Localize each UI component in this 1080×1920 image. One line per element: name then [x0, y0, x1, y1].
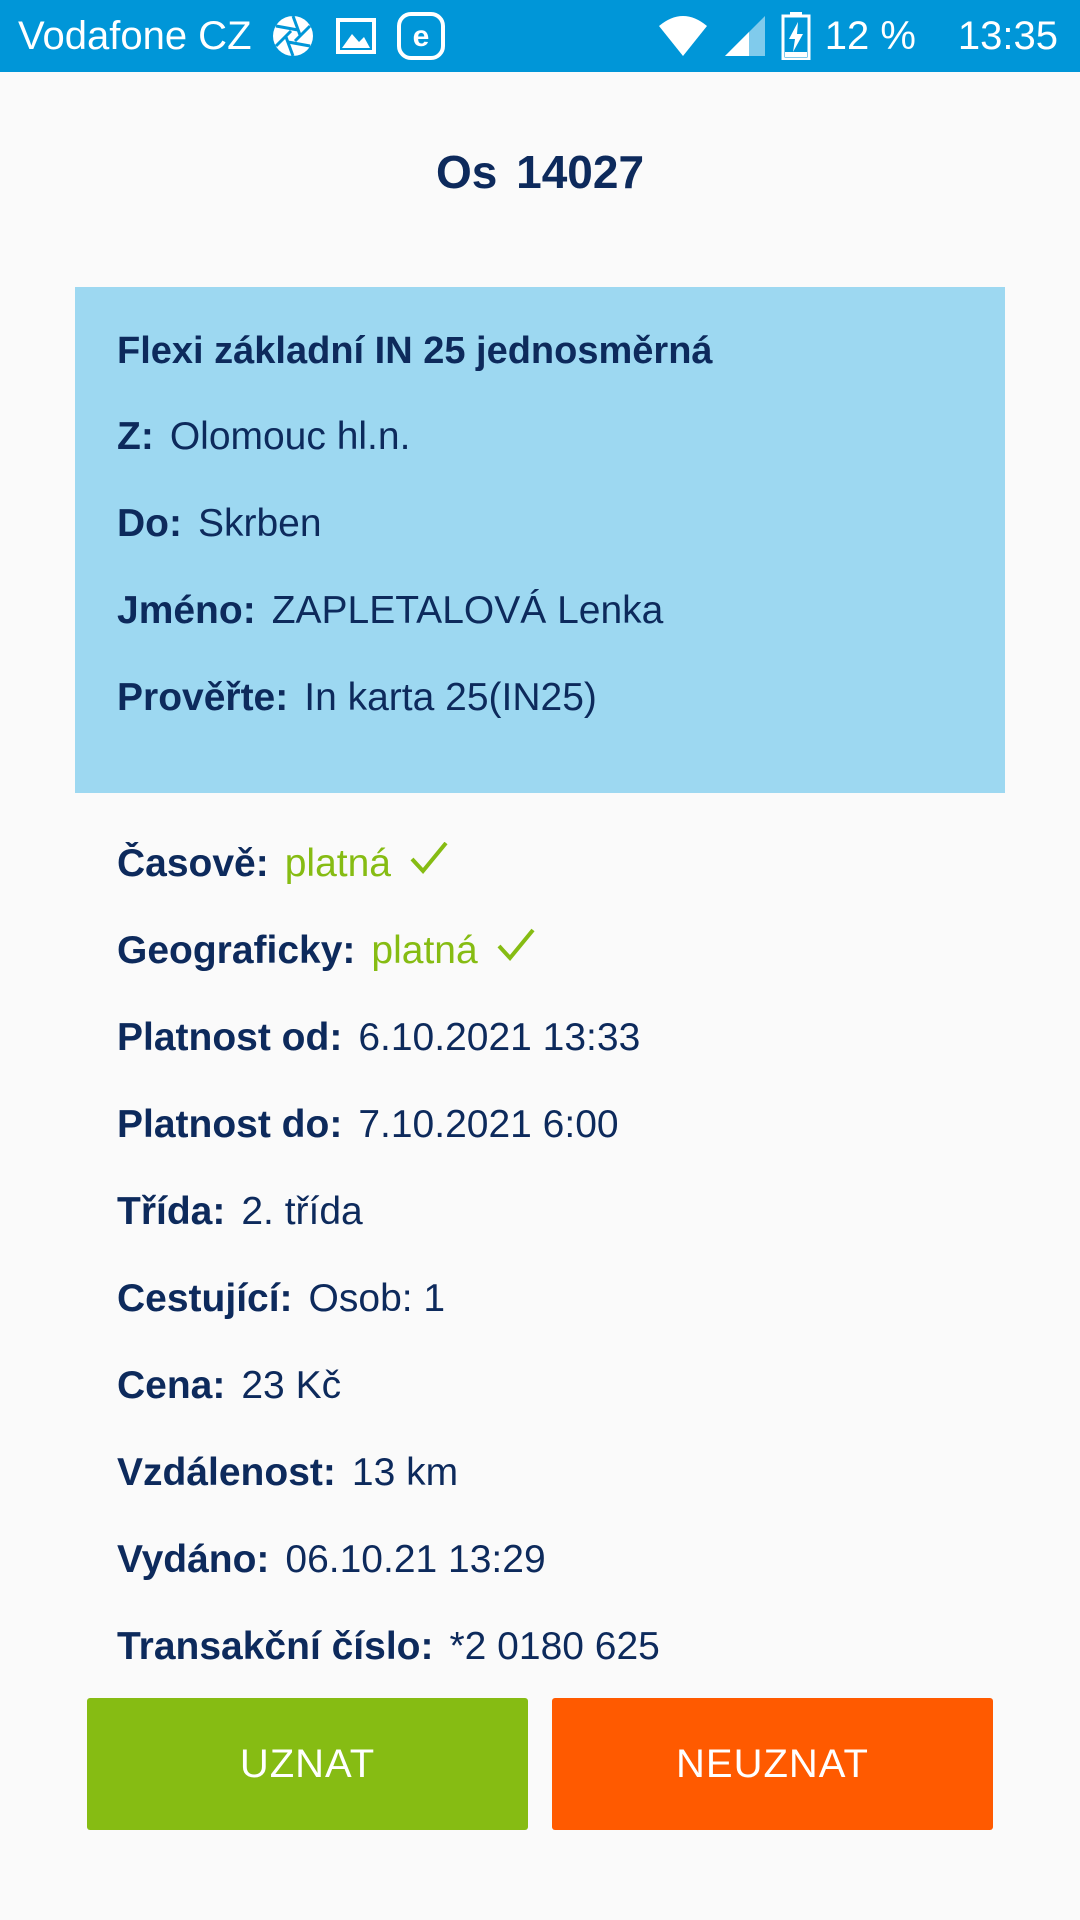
- price-value: 23 Kč: [241, 1364, 342, 1407]
- geo-validity-label: Geograficky:: [117, 929, 356, 972]
- price-label: Cena:: [117, 1364, 226, 1407]
- from-value: Olomouc hl.n.: [169, 415, 411, 458]
- check-row: Prověřte: In karta 25(IN25): [117, 676, 963, 763]
- battery-charging-icon: [781, 12, 811, 60]
- distance-row: Vzdálenost: 13 km: [117, 1451, 1017, 1538]
- issued-row: Vydáno: 06.10.21 13:29: [117, 1538, 1017, 1625]
- time-validity-row: Časově: platná: [117, 842, 1017, 929]
- page-title: Os 14027: [435, 146, 645, 198]
- class-value: 2. třída: [241, 1190, 363, 1233]
- to-label: Do:: [117, 502, 182, 545]
- signal-icon: [723, 14, 767, 58]
- ticket-name: Flexi základní IN 25 jednosměrná: [117, 330, 713, 372]
- e-app-icon: e: [396, 11, 446, 61]
- time-validity-value: platná: [284, 842, 391, 885]
- transaction-label: Transakční číslo:: [117, 1625, 434, 1660]
- image-icon: [334, 16, 378, 56]
- passengers-label: Cestující:: [117, 1277, 293, 1320]
- price-row: Cena: 23 Kč: [117, 1364, 1017, 1451]
- class-row: Třída: 2. třída: [117, 1190, 1017, 1277]
- aperture-icon: [270, 13, 316, 59]
- svg-text:e: e: [412, 20, 429, 53]
- checkmark-icon: [496, 926, 536, 972]
- geo-validity-value: platná: [371, 929, 478, 972]
- status-bar: Vodafone CZ e 12 % 13:35: [0, 0, 1080, 72]
- check-label: Prověřte:: [117, 676, 289, 719]
- check-value: In karta 25(IN25): [304, 676, 597, 719]
- valid-from-label: Platnost od:: [117, 1016, 343, 1059]
- distance-label: Vzdálenost:: [117, 1451, 336, 1494]
- transaction-row: Transakční číslo: *2 0180 625: [117, 1625, 1017, 1660]
- time-validity-label: Časově:: [117, 842, 269, 885]
- issued-label: Vydáno:: [117, 1538, 270, 1581]
- from-label: Z:: [117, 415, 154, 458]
- accept-button[interactable]: UZNAT: [87, 1698, 528, 1830]
- valid-to-value: 7.10.2021 6:00: [358, 1103, 619, 1146]
- valid-to-label: Platnost do:: [117, 1103, 343, 1146]
- class-label: Třída:: [117, 1190, 226, 1233]
- distance-value: 13 km: [351, 1451, 459, 1494]
- valid-from-value: 6.10.2021 13:33: [358, 1016, 641, 1059]
- clock: 13:35: [957, 13, 1058, 58]
- valid-from-row: Platnost od: 6.10.2021 13:33: [117, 1016, 1017, 1103]
- to-value: Skrben: [197, 502, 322, 545]
- carrier-name: Vodafone CZ: [18, 13, 252, 58]
- passenger-name-label: Jméno:: [117, 589, 256, 632]
- passenger-name-row: Jméno: ZAPLETALOVÁ Lenka: [117, 589, 963, 676]
- passengers-row: Cestující: Osob: 1: [117, 1277, 1017, 1364]
- valid-to-row: Platnost do: 7.10.2021 6:00: [117, 1103, 1017, 1190]
- passengers-value: Osob: 1: [308, 1277, 446, 1320]
- issued-value: 06.10.21 13:29: [285, 1538, 546, 1581]
- wifi-icon: [657, 14, 709, 58]
- reject-button[interactable]: NEUZNAT: [552, 1698, 993, 1830]
- checkmark-icon: [409, 842, 449, 885]
- to-row: Do: Skrben: [117, 502, 963, 589]
- geo-validity-row: Geograficky: platná: [117, 926, 1017, 1016]
- passenger-name-value: ZAPLETALOVÁ Lenka: [271, 589, 664, 632]
- from-row: Z: Olomouc hl.n.: [117, 415, 963, 502]
- transaction-value: *2 0180 625: [449, 1625, 660, 1660]
- battery-percent: 12 %: [824, 13, 916, 58]
- ticket-details: Časově: platná Geograficky: platná Platnos…: [117, 842, 1017, 1660]
- ticket-summary-card: Flexi základní IN 25 jednosměrná Z: Olomo…: [75, 287, 1005, 793]
